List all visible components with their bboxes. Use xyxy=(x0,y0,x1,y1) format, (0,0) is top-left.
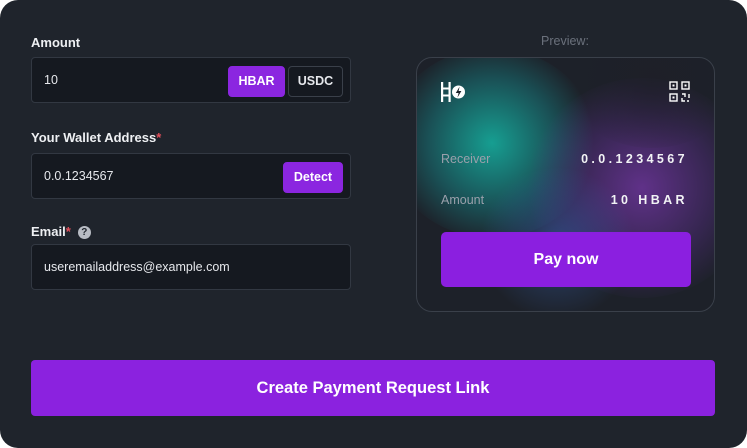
preview-label: Preview: xyxy=(541,34,589,48)
required-asterisk: * xyxy=(65,224,71,239)
amount-label: Amount xyxy=(31,35,80,50)
receiver-value: 0.0.1234567 xyxy=(581,152,688,166)
wallet-address-label: Your Wallet Address* xyxy=(31,130,161,145)
receiver-label: Receiver xyxy=(441,152,491,166)
email-label: Email*? xyxy=(31,224,91,239)
qr-code-icon[interactable] xyxy=(669,81,690,102)
preview-amount-value: 10 HBAR xyxy=(610,193,688,207)
amount-input[interactable]: 10 xyxy=(44,58,58,102)
currency-hbar-button[interactable]: HBAR xyxy=(228,66,285,97)
payment-request-panel: Amount 10 HBAR USDC Your Wallet Address*… xyxy=(0,0,747,448)
detect-button[interactable]: Detect xyxy=(283,162,343,193)
email-field[interactable]: useremailaddress@example.com xyxy=(31,244,351,290)
wallet-address-label-text: Your Wallet Address xyxy=(31,130,157,145)
pay-now-button[interactable]: Pay now xyxy=(441,232,691,287)
amount-field[interactable]: 10 HBAR USDC xyxy=(31,57,351,103)
amount-label-text: Amount xyxy=(31,35,81,50)
email-input[interactable]: useremailaddress@example.com xyxy=(44,245,230,289)
create-payment-link-button[interactable]: Create Payment Request Link xyxy=(31,360,715,416)
currency-usdc-button[interactable]: USDC xyxy=(288,66,343,97)
required-asterisk: * xyxy=(156,130,162,145)
help-icon[interactable]: ? xyxy=(77,226,91,239)
wallet-address-input[interactable]: 0.0.1234567 xyxy=(44,154,114,198)
hedera-hbar-logo-icon xyxy=(441,82,465,102)
preview-amount-label: Amount xyxy=(441,193,485,207)
wallet-address-field[interactable]: 0.0.1234567 Detect xyxy=(31,153,351,199)
payment-preview-card: Receiver 0.0.1234567 Amount 10 HBAR Pay … xyxy=(416,57,715,312)
email-label-text: Email xyxy=(31,224,66,239)
